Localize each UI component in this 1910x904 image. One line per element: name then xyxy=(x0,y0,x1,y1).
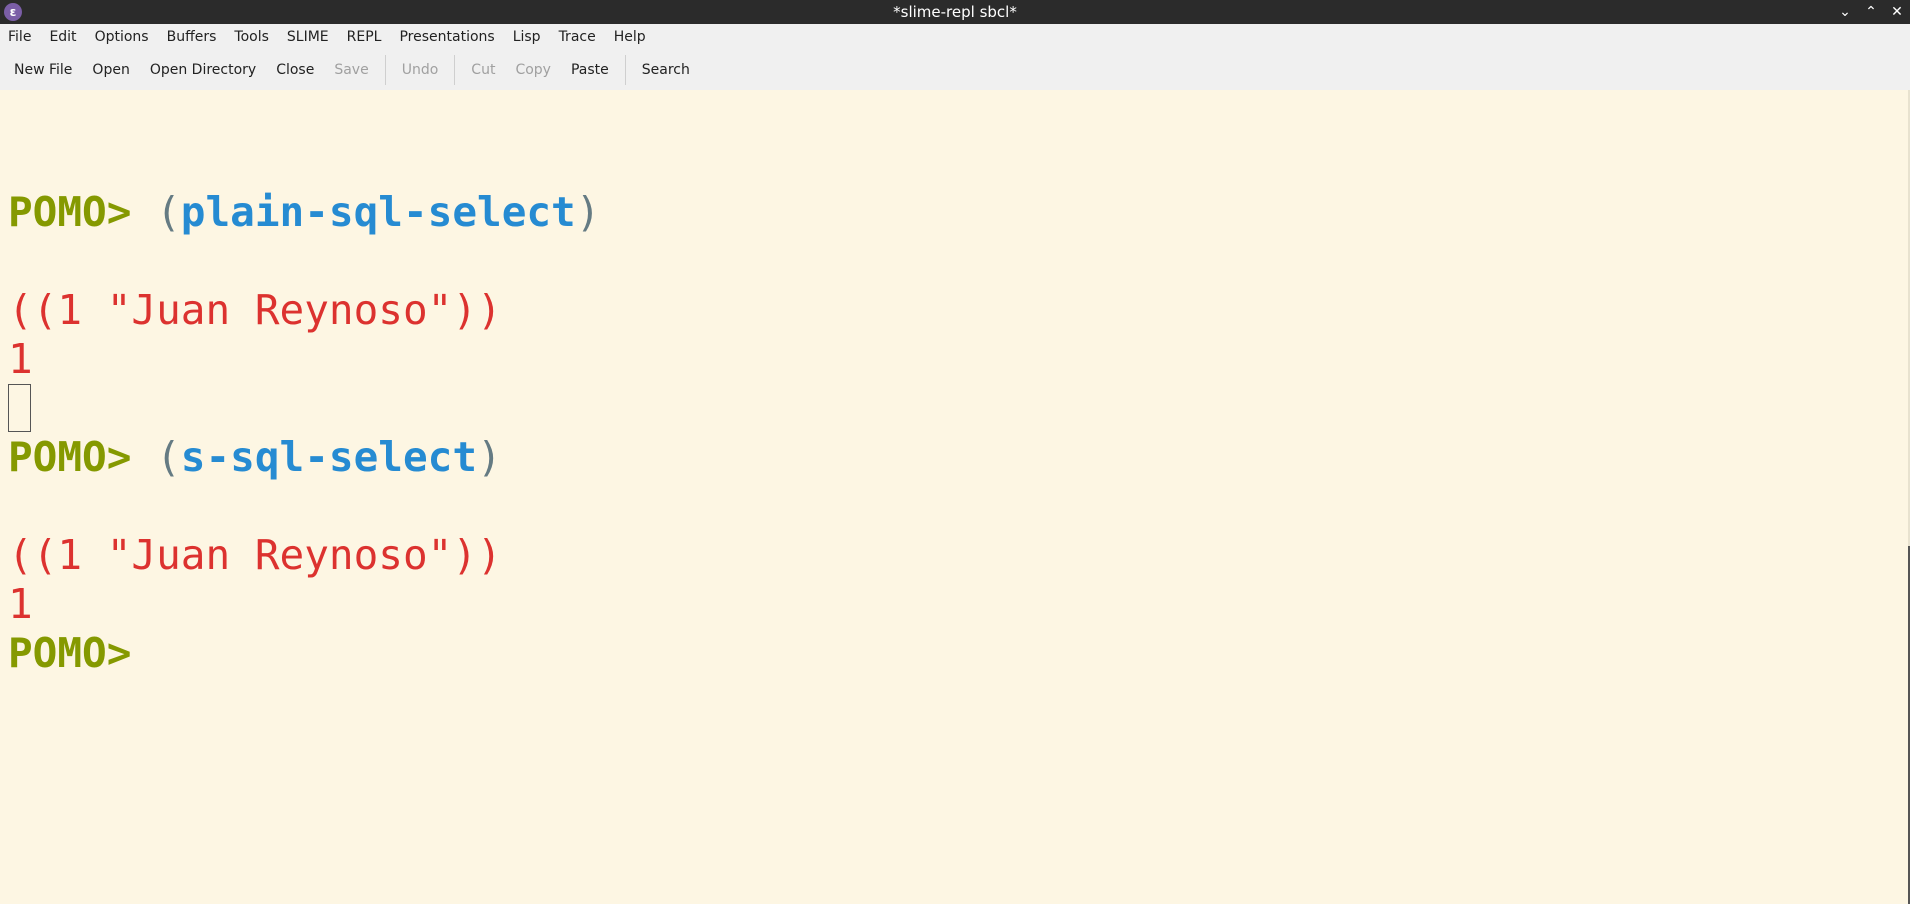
toolbar-separator xyxy=(454,55,456,85)
new-file-button[interactable]: New File xyxy=(0,62,82,78)
title-bar: ε *slime-repl sbcl* ⌄ ⌃ ✕ xyxy=(0,0,1910,24)
menu-repl[interactable]: REPL xyxy=(338,29,391,45)
text-cursor xyxy=(8,384,31,432)
repl-result-count: 1 xyxy=(8,580,33,628)
menu-slime[interactable]: SLIME xyxy=(278,29,338,45)
menu-tools[interactable]: Tools xyxy=(225,29,278,45)
menu-file[interactable]: File xyxy=(0,29,40,45)
menu-presentations[interactable]: Presentations xyxy=(390,29,503,45)
search-button[interactable]: Search xyxy=(632,62,700,78)
repl-result-count: 1 xyxy=(8,335,33,383)
menu-edit[interactable]: Edit xyxy=(40,29,85,45)
copy-button[interactable]: Copy xyxy=(505,62,561,78)
repl-input-line: POMO> xyxy=(8,629,131,678)
maximize-icon[interactable]: ⌃ xyxy=(1858,4,1884,20)
repl-prompt: POMO> xyxy=(8,629,132,677)
menu-buffers[interactable]: Buffers xyxy=(158,29,226,45)
repl-prompt: POMO> xyxy=(8,188,132,236)
menu-help[interactable]: Help xyxy=(605,29,655,45)
save-button[interactable]: Save xyxy=(324,62,378,78)
close-paren: ) xyxy=(477,433,502,481)
repl-command: plain-sql-select xyxy=(180,188,576,236)
repl-input-line: POMO> (plain-sql-select) xyxy=(8,188,600,237)
close-icon[interactable]: ✕ xyxy=(1884,4,1910,20)
repl-input-line: POMO> (s-sql-select) xyxy=(8,433,502,482)
menu-lisp[interactable]: Lisp xyxy=(504,29,550,45)
repl-command: s-sql-select xyxy=(180,433,478,481)
emacs-icon[interactable]: ε xyxy=(4,3,22,21)
open-paren: ( xyxy=(156,188,181,236)
minimize-icon[interactable]: ⌄ xyxy=(1832,4,1858,20)
repl-buffer[interactable]: POMO> (plain-sql-select) ((1 "Juan Reyno… xyxy=(0,90,1908,814)
cut-button[interactable]: Cut xyxy=(461,62,505,78)
close-paren: ) xyxy=(575,188,601,236)
open-paren: ( xyxy=(156,433,181,481)
paste-button[interactable]: Paste xyxy=(561,62,619,78)
close-button[interactable]: Close xyxy=(266,62,324,78)
window-title: *slime-repl sbcl* xyxy=(893,3,1017,21)
undo-button[interactable]: Undo xyxy=(392,62,449,78)
toolbar-separator xyxy=(624,55,626,85)
repl-prompt: POMO> xyxy=(8,433,132,481)
toolbar: New File Open Open Directory Close Save … xyxy=(0,50,1910,91)
menu-trace[interactable]: Trace xyxy=(550,29,605,45)
repl-result: ((1 "Juan Reynoso")) xyxy=(8,531,502,579)
open-directory-button[interactable]: Open Directory xyxy=(140,62,266,78)
open-button[interactable]: Open xyxy=(82,62,139,78)
toolbar-separator xyxy=(384,55,386,85)
repl-result: ((1 "Juan Reynoso")) xyxy=(8,286,502,334)
menu-bar: File Edit Options Buffers Tools SLIME RE… xyxy=(0,24,1910,50)
menu-options[interactable]: Options xyxy=(86,29,158,45)
window-controls: ⌄ ⌃ ✕ xyxy=(1832,0,1910,24)
